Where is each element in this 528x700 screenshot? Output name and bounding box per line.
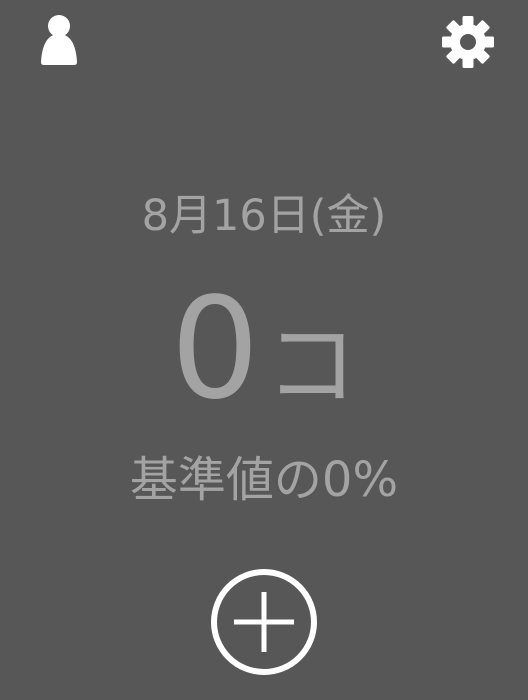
- plus-circle-icon: [211, 569, 317, 675]
- app-screen: 8月16日(金) 0コ 基準値の0%: [0, 0, 528, 700]
- count-unit: コ: [265, 312, 358, 419]
- person-icon: [41, 15, 77, 65]
- add-button[interactable]: [210, 568, 318, 676]
- settings-button[interactable]: [441, 15, 495, 69]
- count-value: 0: [170, 268, 260, 431]
- date-label: 8月16日(金): [141, 191, 387, 241]
- ratio-label: 基準値の0%: [129, 452, 399, 508]
- gear-icon: [442, 16, 494, 68]
- profile-button[interactable]: [40, 14, 78, 66]
- count-display: 0コ: [0, 280, 528, 462]
